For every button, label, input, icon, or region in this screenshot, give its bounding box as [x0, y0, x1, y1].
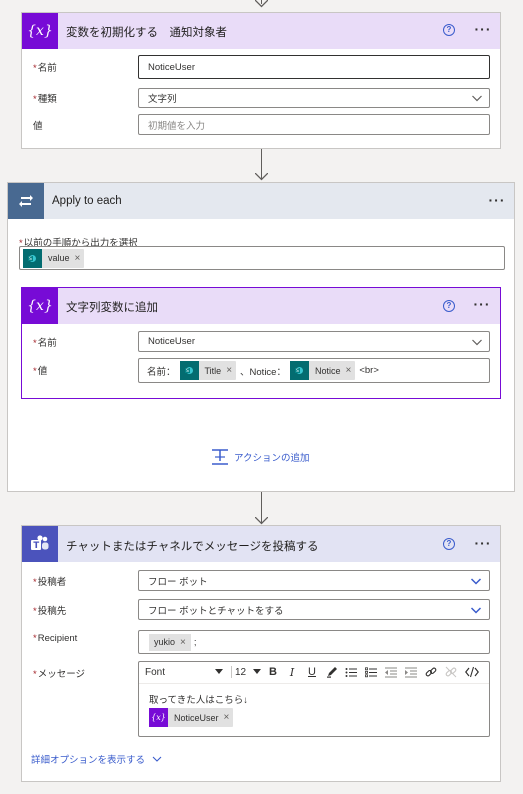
sharepoint-icon: S — [179, 361, 199, 380]
svg-text:S: S — [296, 368, 299, 374]
value-text: <br> — [359, 365, 379, 376]
unlink-icon[interactable] — [444, 664, 458, 680]
chevron-down-icon — [472, 339, 482, 346]
recipient-token[interactable]: yukio × — [149, 633, 191, 651]
connector-arrow — [255, 173, 268, 181]
add-action-label: アクションの追加 — [234, 453, 310, 464]
svg-text:S: S — [29, 256, 32, 262]
card-header[interactable]: {x} 文字列変数に追加 ? ··· — [22, 288, 500, 324]
message-editor[interactable]: Font 12 B I U 取ってきた人はこちら↓ {x} NoticeUser… — [138, 661, 490, 737]
dynamic-content-token[interactable]: S value × — [23, 248, 85, 268]
dynamic-content-token[interactable]: S Title × — [179, 361, 237, 380]
chevron-down-icon — [472, 95, 482, 102]
recipient-input[interactable]: yukio × ; — [138, 630, 490, 654]
name-input[interactable]: NoticeUser — [138, 55, 490, 79]
chevron-down-icon — [470, 607, 482, 614]
loop-icon — [8, 183, 44, 219]
help-icon[interactable]: ? — [443, 300, 455, 312]
remove-token-icon[interactable]: × — [180, 637, 186, 648]
more-options-icon[interactable]: ··· — [487, 193, 507, 208]
remove-token-icon[interactable]: × — [224, 712, 230, 723]
teams-icon: T — [22, 526, 58, 562]
name-label: *名前 — [33, 63, 57, 74]
add-action-icon — [212, 449, 228, 465]
more-options-icon[interactable]: ··· — [473, 536, 493, 551]
chevron-down-icon — [470, 578, 482, 585]
caret-down-icon — [215, 669, 223, 674]
highlight-icon[interactable] — [325, 664, 339, 680]
rich-text-toolbar: Font 12 B I U — [139, 664, 489, 682]
name-dropdown[interactable]: NoticeUser — [138, 331, 490, 352]
recipient-separator: ; — [193, 636, 197, 648]
message-token-row: {x} NoticeUser × — [149, 708, 237, 727]
value-input[interactable]: 名前： S Title × 、Notice： S Notice × <br> — [138, 358, 490, 383]
initialize-variable-card: {x} 変数を初期化する 通知対象者 ? ··· *名前 NoticeUser … — [21, 12, 501, 149]
toolbar-separator — [139, 683, 489, 684]
more-options-icon[interactable]: ··· — [473, 22, 493, 37]
teams-post-message-card: T チャットまたはチャネルでメッセージを投稿する ? ··· *投稿者 フロー … — [21, 525, 501, 782]
dynamic-content-token[interactable]: S Notice × — [289, 361, 356, 380]
message-label: *メッセージ — [33, 669, 86, 680]
help-icon[interactable]: ? — [443, 24, 455, 36]
bullet-list-icon[interactable] — [344, 664, 358, 680]
numbered-list-icon[interactable] — [364, 664, 378, 680]
link-icon[interactable] — [424, 664, 438, 680]
help-icon[interactable]: ? — [443, 538, 455, 550]
poster-label: *投稿者 — [33, 577, 67, 588]
advanced-options-label: 詳細オプションを表示する — [31, 755, 146, 766]
variable-icon: {x} — [22, 13, 58, 49]
value-text: 名前： — [147, 366, 176, 378]
message-text: 取ってきた人はこちら↓ — [149, 695, 248, 706]
card-title: 変数を初期化する 通知対象者 — [66, 27, 227, 39]
name-label: *名前 — [33, 338, 57, 349]
dynamic-content-token[interactable]: {x} NoticeUser × — [149, 708, 234, 727]
sharepoint-icon: S — [289, 361, 309, 380]
more-options-icon[interactable]: ··· — [472, 297, 492, 312]
card-title: 文字列変数に追加 — [66, 302, 158, 314]
value-input[interactable]: 初期値を入力 — [138, 114, 490, 135]
add-action-button[interactable]: アクションの追加 — [211, 449, 310, 465]
post-to-dropdown[interactable]: フロー ボットとチャットをする — [138, 599, 490, 620]
card-title: Apply to each — [52, 195, 122, 207]
recipient-label: *Recipient — [33, 633, 78, 644]
card-title: チャットまたはチャネルでメッセージを投稿する — [66, 541, 319, 553]
card-header[interactable]: T チャットまたはチャネルでメッセージを投稿する ? ··· — [22, 526, 500, 562]
value-label: 値 — [33, 121, 43, 132]
italic-button[interactable]: I — [285, 664, 299, 680]
value-label: *値 — [33, 366, 48, 377]
connector-arrow-top — [255, 0, 268, 8]
apply-to-each-card: Apply to each ··· *以前の手順から出力を選択 S value … — [7, 182, 515, 492]
underline-button[interactable]: U — [305, 664, 319, 680]
append-string-variable-card: {x} 文字列変数に追加 ? ··· *名前 NoticeUser *値 名前：… — [21, 287, 501, 399]
decrease-indent-icon[interactable] — [384, 664, 398, 680]
font-size-dropdown[interactable]: 12 — [235, 664, 261, 680]
type-dropdown[interactable]: 文字列 — [138, 88, 490, 108]
value-text: 、Notice： — [240, 366, 286, 378]
caret-down-icon — [253, 669, 261, 674]
variable-icon: {x} — [22, 288, 58, 324]
advanced-options-link[interactable]: 詳細オプションを表示する — [31, 752, 162, 766]
sharepoint-icon: S — [23, 248, 42, 268]
variable-icon: {x} — [149, 708, 168, 727]
remove-token-icon[interactable]: × — [345, 365, 351, 376]
poster-dropdown[interactable]: フロー ボット — [138, 570, 490, 591]
bold-button[interactable]: B — [266, 664, 280, 680]
card-header[interactable]: {x} 変数を初期化する 通知対象者 ? ··· — [22, 13, 500, 49]
select-output-input[interactable]: S value × — [19, 246, 505, 270]
remove-token-icon[interactable]: × — [226, 365, 232, 376]
increase-indent-icon[interactable] — [404, 664, 418, 680]
connector-arrow — [255, 517, 268, 525]
code-view-icon[interactable] — [464, 664, 480, 680]
post-to-label: *投稿先 — [33, 606, 67, 617]
type-label: *種類 — [33, 94, 57, 105]
card-header[interactable]: Apply to each ··· — [8, 183, 514, 219]
svg-text:S: S — [186, 368, 189, 374]
chevron-down-icon — [152, 756, 162, 762]
font-dropdown[interactable]: Font — [145, 664, 225, 680]
remove-token-icon[interactable]: × — [75, 253, 81, 264]
svg-text:T: T — [33, 541, 39, 551]
toolbar-divider — [231, 666, 232, 678]
